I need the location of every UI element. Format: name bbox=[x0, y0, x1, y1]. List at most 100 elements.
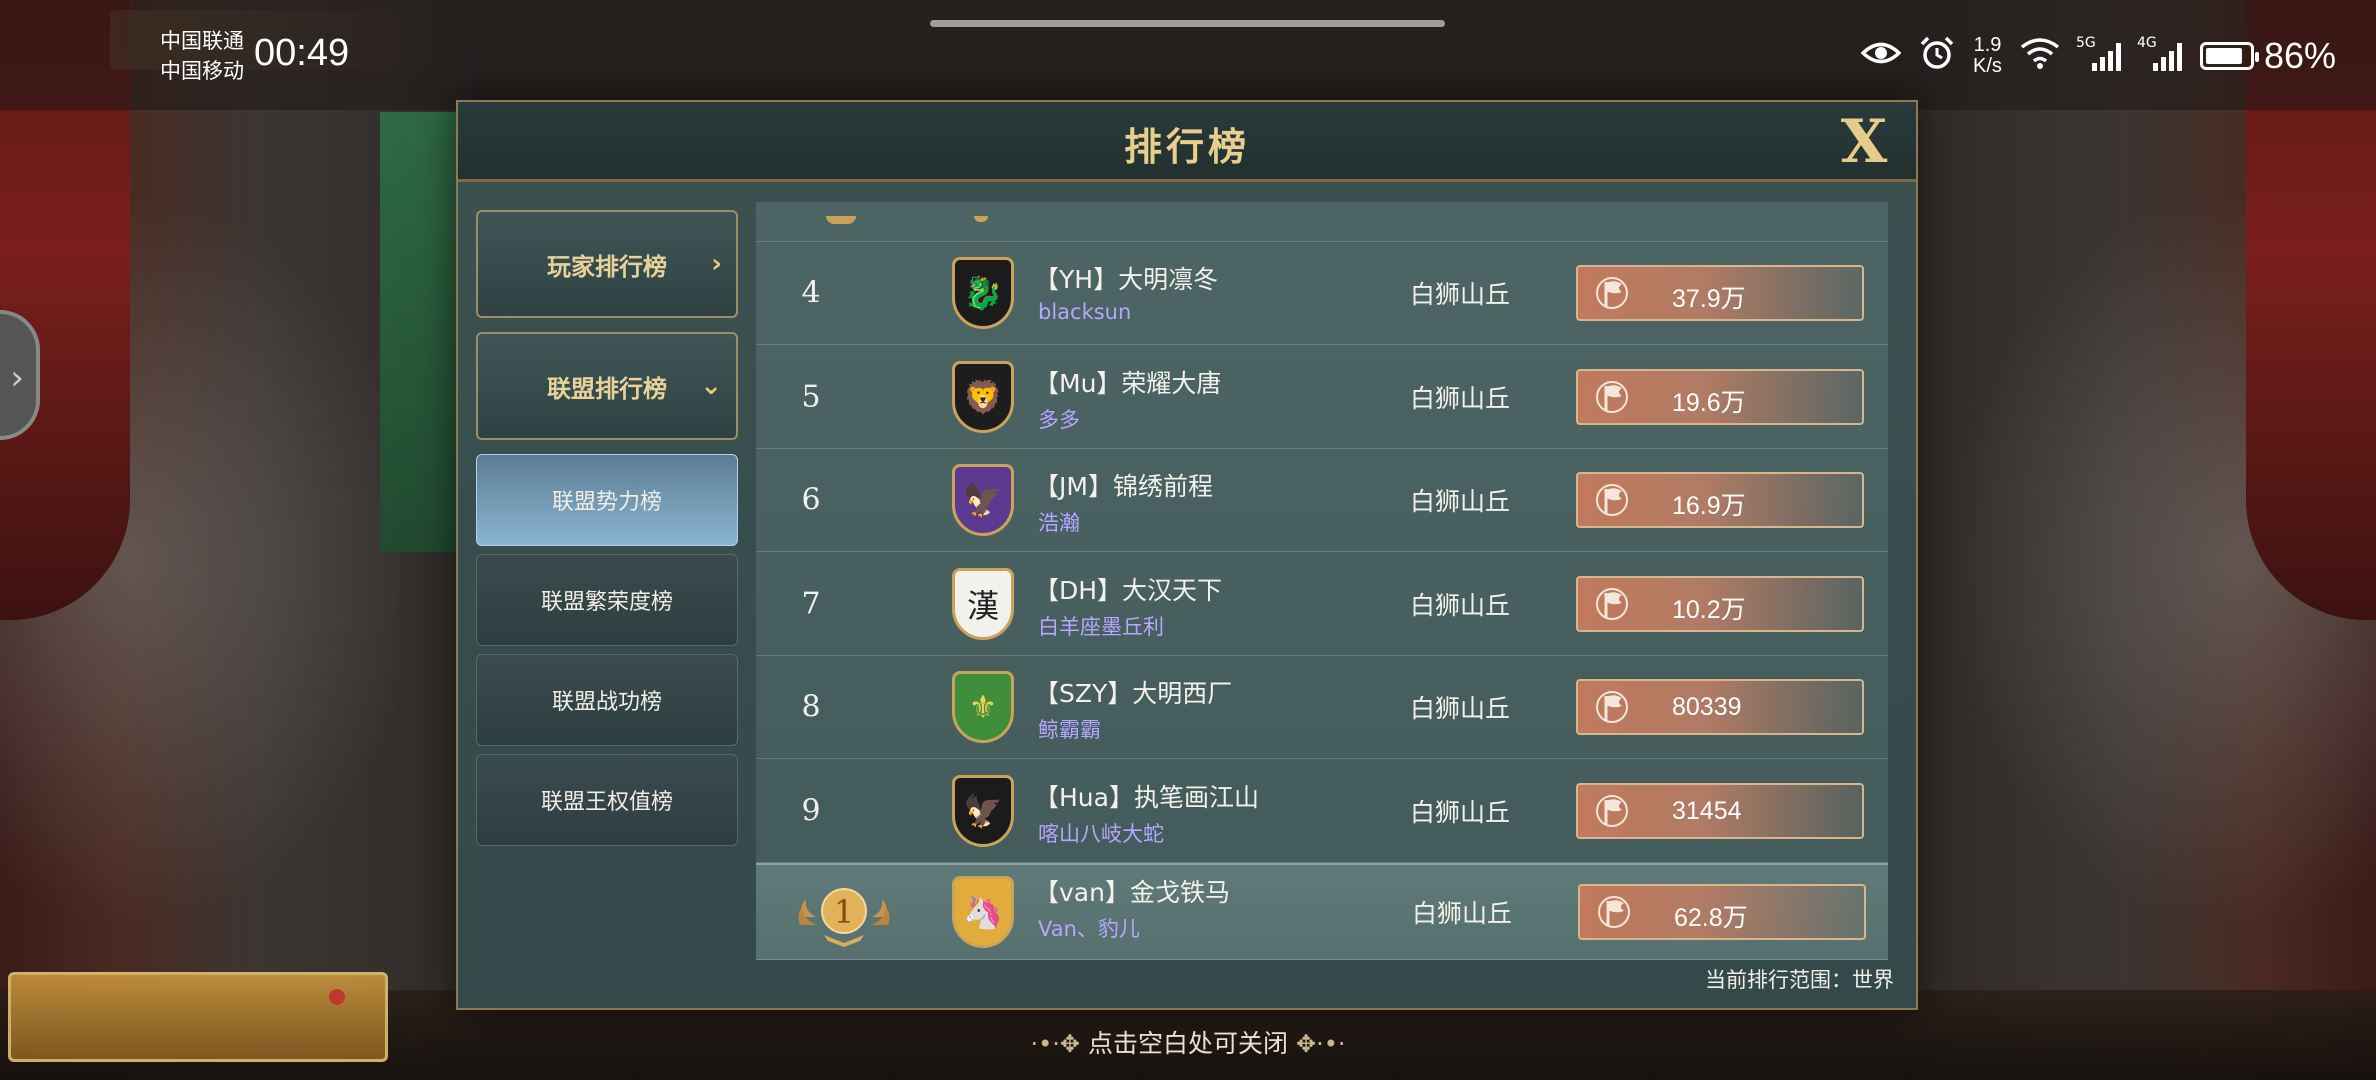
rank-number: 5 bbox=[801, 379, 821, 414]
close-button[interactable]: X bbox=[1830, 108, 1898, 176]
chevron-right-icon: › bbox=[10, 358, 24, 398]
alliance-emblem-icon: 🦅 bbox=[952, 464, 1014, 536]
ornament-right-icon: ✥·•· bbox=[1295, 1030, 1346, 1058]
status-icons: 1.9 K/s 5G 4G 86% bbox=[1860, 26, 2336, 86]
my-server: 白狮山丘 bbox=[1412, 899, 1513, 928]
chevron-down-icon: ⌄ bbox=[700, 371, 722, 401]
table-row[interactable]: 4 🐉 【YH】大明凛冬 blacksun 白狮山丘 37.9万 bbox=[756, 242, 1888, 345]
notification-dot bbox=[329, 989, 345, 1005]
menu-alliance-merit[interactable]: 联盟战功榜 bbox=[476, 654, 738, 746]
server-name: 白狮山丘 bbox=[1410, 797, 1511, 827]
alliance-emblem-icon: 🦄 bbox=[952, 876, 1014, 948]
power-box: 37.9万 bbox=[1576, 265, 1864, 321]
gold-medal-icon: 1 bbox=[798, 888, 890, 947]
rank-number: 4 bbox=[801, 275, 821, 311]
my-power-value: 62.8万 bbox=[1674, 904, 1748, 932]
alliance-name: 【JM】锦绣前程 bbox=[1034, 472, 1213, 501]
alliance-emblem-icon: 🦁 bbox=[952, 360, 1014, 433]
menu-alliance-prosperity[interactable]: 联盟繁荣度榜 bbox=[476, 554, 738, 646]
flag-icon bbox=[1592, 587, 1632, 621]
rank-number: 7 bbox=[801, 586, 821, 621]
ranking-list[interactable]: 4 🐉 【YH】大明凛冬 blacksun 白狮山丘 37.9万 5 🦁 【Mu】荣耀大唐 多多白… bbox=[756, 202, 1888, 960]
flag-icon bbox=[1592, 690, 1632, 724]
system-status-bar: 中国联通 中国移动 00:49 1.9 K/s 5G 4G 86% bbox=[0, 0, 2376, 110]
alliance-name: 【DH】大汉天下 bbox=[1034, 575, 1223, 605]
table-row[interactable]: 5 🦁 【Mu】荣耀大唐多多 白狮山丘 19.6万 bbox=[756, 346, 1888, 449]
battery-indicator: 86% bbox=[2199, 35, 2336, 77]
modal-header: 排行榜 X bbox=[458, 102, 1916, 182]
menu-alliance-royal[interactable]: 联盟王权值榜 bbox=[476, 754, 738, 846]
alliance-emblem-icon: ⚜ bbox=[952, 671, 1014, 743]
signal-5g-tag: 5G bbox=[2075, 35, 2096, 51]
alliance-emblem-icon bbox=[974, 216, 988, 222]
leader-name: 浩瀚 bbox=[1038, 511, 1080, 535]
power-value: 80339 bbox=[1672, 693, 1742, 721]
power-value: 10.2万 bbox=[1672, 595, 1746, 624]
power-box: 31454 bbox=[1576, 782, 1864, 839]
rank-number: 9 bbox=[801, 793, 821, 828]
flag-icon bbox=[1592, 276, 1632, 310]
medal-icon bbox=[826, 216, 856, 224]
menu-alliance-rank[interactable]: 联盟排行榜 ⌄ bbox=[476, 332, 738, 440]
menu-alliance-power[interactable]: 联盟势力榜 bbox=[476, 454, 738, 546]
leader-name: 喀山八岐大蛇 bbox=[1038, 821, 1164, 846]
flag-icon bbox=[1594, 895, 1634, 929]
menu-player-rank-label: 玩家排行榜 bbox=[547, 252, 667, 281]
modal-title: 排行榜 bbox=[1123, 125, 1250, 169]
my-alliance-name: 【van】金戈铁马 bbox=[1034, 878, 1230, 907]
leaderboard-modal: 排行榜 X 玩家排行榜 › 联盟排行榜 ⌄ 联盟势力榜 联盟繁荣度榜 联盟战功榜… bbox=[456, 100, 1918, 1010]
background-green-banner bbox=[380, 112, 460, 552]
power-value: 31454 bbox=[1672, 796, 1742, 825]
server-name: 白狮山丘 bbox=[1410, 383, 1511, 413]
side-expand-handle[interactable]: › bbox=[0, 310, 40, 440]
signal-4g-icon: 4G bbox=[2137, 35, 2182, 71]
my-leader-name: Van、豹儿 bbox=[1038, 917, 1140, 941]
alliance-emblem-icon: 漢 bbox=[952, 567, 1014, 640]
alliance-name: 【YH】大明凛冬 bbox=[1034, 265, 1219, 294]
alliance-name: 【Hua】执笔画江山 bbox=[1034, 782, 1259, 812]
menu-player-rank[interactable]: 玩家排行榜 › bbox=[476, 210, 738, 318]
network-speed-value: 1.9 bbox=[1973, 34, 2002, 56]
close-hint[interactable]: ·•·✥ 点击空白处可关闭 ✥·•· bbox=[0, 1024, 2376, 1060]
carrier-2: 中国移动 bbox=[160, 59, 244, 83]
rank-number: 6 bbox=[801, 482, 821, 518]
table-row-partial bbox=[756, 202, 1888, 242]
my-rank: 1 bbox=[834, 893, 854, 931]
power-box: 80339 bbox=[1576, 679, 1864, 735]
power-box: 19.6万 bbox=[1576, 368, 1864, 425]
table-row[interactable]: 8 ⚜ 【SZY】大明西厂 鲸霸霸 白狮山丘 80339 bbox=[756, 656, 1888, 759]
table-row[interactable]: 7 漢【DH】大汉天下 白羊座墨丘利 白狮山丘 10.2万 bbox=[756, 553, 1888, 656]
network-speed-unit: K/s bbox=[1973, 55, 2002, 77]
table-row[interactable]: 9 🦅 【Hua】执笔画江山喀山八岐大蛇 白狮山丘 31454 bbox=[756, 760, 1888, 863]
ornament-left-icon: ·•·✥ bbox=[1030, 1030, 1081, 1058]
home-indicator[interactable] bbox=[930, 20, 1445, 27]
table-row[interactable]: 6 🦅 【JM】锦绣前程浩瀚 白狮山丘 16.9万 bbox=[756, 449, 1888, 552]
alliance-emblem-icon: 🐉 bbox=[952, 257, 1014, 329]
alliance-emblem-icon: 🦅 bbox=[952, 774, 1014, 847]
my-alliance-row[interactable]: 1 🦄 【van】金戈铁马 Van、豹儿 白狮山丘 62.8万 bbox=[756, 863, 1888, 960]
power-value: 37.9万 bbox=[1672, 285, 1746, 313]
alliance-name: 【SZY】大明西厂 bbox=[1034, 679, 1233, 708]
menu-alliance-rank-label: 联盟排行榜 bbox=[547, 374, 667, 403]
alarm-icon bbox=[1919, 36, 1955, 76]
battery-icon bbox=[2199, 42, 2259, 70]
leader-name: 多多 bbox=[1038, 407, 1080, 432]
power-value: 19.6万 bbox=[1672, 388, 1746, 417]
alliance-name: 【Mu】荣耀大唐 bbox=[1034, 368, 1222, 398]
power-box: 16.9万 bbox=[1576, 472, 1864, 528]
flag-icon bbox=[1592, 483, 1632, 517]
close-hint-text: 点击空白处可关闭 bbox=[1087, 1029, 1288, 1058]
chevron-right-icon: › bbox=[711, 249, 722, 279]
eye-icon bbox=[1860, 38, 1902, 74]
flag-icon bbox=[1592, 794, 1632, 828]
flag-icon bbox=[1592, 380, 1632, 414]
power-value: 16.9万 bbox=[1672, 492, 1746, 520]
signal-5g-icon: 5G bbox=[2076, 35, 2121, 71]
carrier-info: 中国联通 中国移动 bbox=[160, 26, 244, 86]
my-power-box: 62.8万 bbox=[1578, 884, 1866, 940]
server-name: 白狮山丘 bbox=[1410, 280, 1511, 309]
wifi-icon bbox=[2020, 37, 2060, 75]
status-clock: 00:49 bbox=[254, 32, 350, 74]
leader-name: 鲸霸霸 bbox=[1038, 718, 1101, 742]
server-name: 白狮山丘 bbox=[1410, 487, 1511, 516]
